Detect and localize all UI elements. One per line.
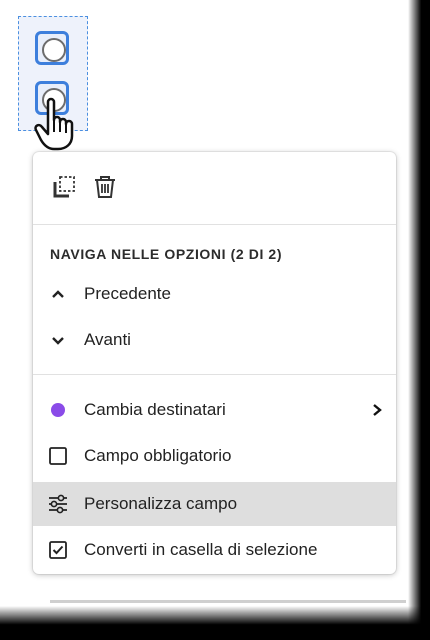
radio-circle-icon — [42, 38, 66, 62]
radio-option-1[interactable] — [35, 31, 69, 65]
checkbox-empty-icon — [49, 447, 67, 465]
purple-dot-icon — [51, 403, 65, 417]
menu-item-next[interactable]: Avanti — [33, 318, 396, 362]
sliders-icon — [49, 494, 67, 514]
menu-item-label: Converti in casella di selezione — [84, 540, 318, 559]
menu-item-label: Precedente — [84, 284, 171, 303]
checkbox-checked-icon — [49, 541, 67, 559]
trash-icon[interactable] — [92, 174, 118, 200]
hand-cursor-icon — [34, 97, 74, 151]
section-title: NAVIGA NELLE OPZIONI (2 DI 2) — [50, 246, 283, 262]
chevron-right-icon — [373, 404, 382, 416]
menu-divider — [33, 224, 396, 225]
menu-item-change-recipients[interactable]: Cambia destinatari — [33, 388, 396, 432]
menu-item-label: Personalizza campo — [84, 494, 238, 513]
menu-item-label: Cambia destinatari — [84, 400, 226, 419]
menu-item-previous[interactable]: Precedente — [33, 272, 396, 316]
menu-item-required-field[interactable]: Campo obbligatorio — [33, 434, 396, 478]
frame-shadow — [408, 0, 430, 640]
chevron-down-icon — [52, 337, 64, 345]
chevron-up-icon — [52, 290, 64, 298]
frame-shadow-bottom — [0, 606, 430, 640]
menu-item-label: Avanti — [84, 330, 131, 349]
menu-item-label: Campo obbligatorio — [84, 446, 232, 465]
menu-item-customize-field[interactable]: Personalizza campo — [33, 482, 396, 526]
menu-item-convert-to-checkbox[interactable]: Converti in casella di selezione — [33, 528, 396, 572]
menu-divider — [33, 374, 396, 375]
page-edge-line — [50, 600, 406, 603]
duplicate-icon[interactable] — [52, 174, 78, 200]
field-context-menu: NAVIGA NELLE OPZIONI (2 DI 2) Precedente… — [33, 152, 396, 574]
